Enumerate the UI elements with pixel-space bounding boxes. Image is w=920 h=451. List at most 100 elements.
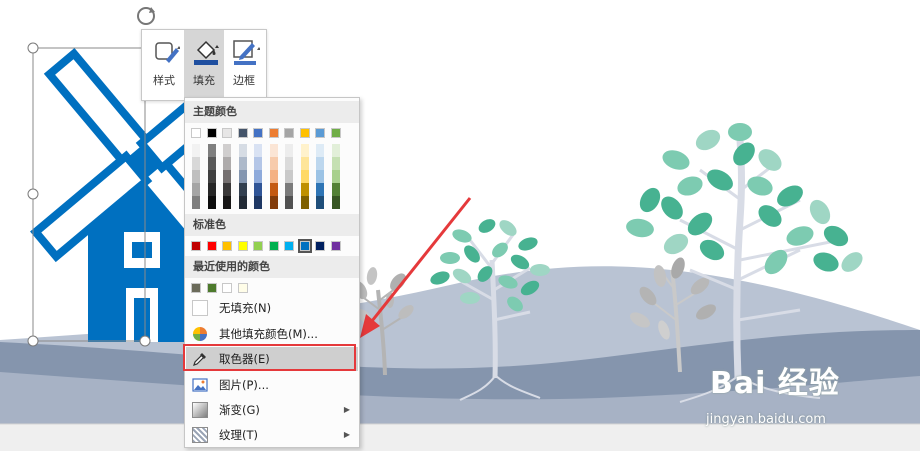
theme-color-swatch[interactable] xyxy=(284,128,294,138)
theme-shade-swatch[interactable] xyxy=(268,196,279,209)
theme-color-swatch[interactable] xyxy=(299,128,310,138)
theme-shade-swatch[interactable] xyxy=(299,144,310,157)
theme-color-swatch[interactable] xyxy=(253,128,263,138)
standard-color-swatch[interactable] xyxy=(268,241,279,251)
theme-shade-swatch[interactable] xyxy=(315,196,325,209)
theme-shade-swatch[interactable] xyxy=(206,157,217,170)
standard-colors-heading: 标准色 xyxy=(185,214,359,236)
theme-shade-swatch[interactable] xyxy=(237,183,248,196)
recent-color-swatch[interactable] xyxy=(237,283,248,293)
theme-color-swatch[interactable] xyxy=(237,128,248,138)
theme-shade-swatch[interactable] xyxy=(191,183,201,196)
theme-shade-swatch[interactable] xyxy=(284,144,294,157)
no-fill-label: 无填充(N) xyxy=(219,301,272,315)
theme-color-swatch[interactable] xyxy=(206,128,217,138)
border-button[interactable]: 边框 xyxy=(224,30,264,100)
theme-shade-swatch[interactable] xyxy=(284,170,294,183)
picture-item[interactable]: 图片(P)... xyxy=(186,373,358,397)
theme-shade-swatch[interactable] xyxy=(191,196,201,209)
pen-outline-icon xyxy=(233,40,260,65)
theme-shade-swatch[interactable] xyxy=(284,157,294,170)
recent-color-swatch[interactable] xyxy=(222,283,232,293)
standard-color-swatch[interactable] xyxy=(237,241,248,251)
theme-shade-swatch[interactable] xyxy=(284,183,294,196)
theme-shade-swatch[interactable] xyxy=(284,196,294,209)
theme-shade-swatch[interactable] xyxy=(222,183,232,196)
style-label: 样式 xyxy=(153,74,175,87)
theme-shade-swatch[interactable] xyxy=(191,144,201,157)
no-fill-swatch-icon xyxy=(192,300,208,316)
standard-color-swatch[interactable] xyxy=(206,241,217,251)
more-fill-colors-item[interactable]: 其他填充颜色(M)... xyxy=(186,322,358,346)
recent-color-swatch[interactable] xyxy=(206,283,217,293)
theme-shade-swatch[interactable] xyxy=(253,196,263,209)
watermark-url: jingyan.baidu.com xyxy=(706,412,826,427)
standard-color-swatch[interactable] xyxy=(191,241,201,251)
theme-shade-swatch[interactable] xyxy=(299,183,310,196)
theme-shade-swatch[interactable] xyxy=(206,170,217,183)
texture-icon xyxy=(192,427,208,443)
theme-shade-swatch[interactable] xyxy=(237,196,248,209)
theme-shade-swatch[interactable] xyxy=(330,170,341,183)
gradient-icon xyxy=(192,402,208,418)
theme-shade-swatch[interactable] xyxy=(253,157,263,170)
theme-shade-swatch[interactable] xyxy=(237,170,248,183)
theme-shade-swatch[interactable] xyxy=(299,196,310,209)
standard-color-swatch[interactable] xyxy=(222,241,232,251)
theme-color-swatch[interactable] xyxy=(315,128,325,138)
theme-shade-swatch[interactable] xyxy=(315,157,325,170)
highlight-annotation-box xyxy=(183,344,356,371)
texture-item[interactable]: 纹理(T) ▶ xyxy=(186,423,358,447)
theme-shade-swatch[interactable] xyxy=(330,183,341,196)
theme-shade-swatch[interactable] xyxy=(268,183,279,196)
texture-label: 纹理(T) xyxy=(219,428,258,442)
theme-shade-swatch[interactable] xyxy=(222,157,232,170)
theme-shade-swatch[interactable] xyxy=(253,170,263,183)
theme-shade-swatch[interactable] xyxy=(330,144,341,157)
theme-shade-swatch[interactable] xyxy=(191,157,201,170)
color-wheel-icon xyxy=(193,327,207,341)
standard-color-swatch[interactable] xyxy=(330,241,341,251)
theme-shade-swatch[interactable] xyxy=(237,144,248,157)
theme-shade-swatch[interactable] xyxy=(299,170,310,183)
standard-color-swatch[interactable] xyxy=(284,241,294,251)
theme-shade-swatch[interactable] xyxy=(191,170,201,183)
theme-shade-swatch[interactable] xyxy=(315,170,325,183)
standard-color-swatch[interactable] xyxy=(253,241,263,251)
theme-shade-swatch[interactable] xyxy=(268,170,279,183)
theme-shade-swatch[interactable] xyxy=(206,196,217,209)
theme-shade-swatch[interactable] xyxy=(299,157,310,170)
theme-shade-swatch[interactable] xyxy=(222,196,232,209)
no-fill-item[interactable]: 无填充(N) xyxy=(186,296,358,320)
picture-icon xyxy=(192,378,208,392)
theme-shade-swatch[interactable] xyxy=(315,183,325,196)
teal-tree-large-leaves xyxy=(626,123,863,275)
standard-color-swatch[interactable] xyxy=(297,239,312,253)
gradient-label: 渐变(G) xyxy=(219,403,260,417)
theme-shade-swatch[interactable] xyxy=(253,183,263,196)
theme-shade-swatch[interactable] xyxy=(237,157,248,170)
gradient-item[interactable]: 渐变(G) ▶ xyxy=(186,398,358,422)
rotate-handle-icon[interactable] xyxy=(137,7,155,25)
theme-shade-swatch[interactable] xyxy=(206,183,217,196)
theme-color-swatch[interactable] xyxy=(268,128,279,138)
theme-shade-swatch[interactable] xyxy=(330,157,341,170)
theme-shade-swatch[interactable] xyxy=(253,144,263,157)
theme-color-swatch[interactable] xyxy=(191,128,201,138)
shape-style-icon xyxy=(155,42,180,63)
theme-shade-swatch[interactable] xyxy=(222,144,232,157)
standard-color-swatch[interactable] xyxy=(315,241,325,251)
recent-colors-heading: 最近使用的颜色 xyxy=(185,256,359,278)
theme-color-swatch[interactable] xyxy=(330,128,341,138)
theme-shade-swatch[interactable] xyxy=(268,157,279,170)
theme-shade-swatch[interactable] xyxy=(315,144,325,157)
theme-shade-swatch[interactable] xyxy=(330,196,341,209)
theme-shade-swatch[interactable] xyxy=(206,144,217,157)
style-button[interactable]: 样式 xyxy=(144,30,184,100)
fill-label: 填充 xyxy=(193,74,215,87)
theme-shade-swatch[interactable] xyxy=(222,170,232,183)
recent-color-swatch[interactable] xyxy=(191,283,201,293)
theme-shade-swatch[interactable] xyxy=(268,144,279,157)
fill-button[interactable]: 填充 xyxy=(184,30,224,100)
theme-color-swatch[interactable] xyxy=(222,128,232,138)
